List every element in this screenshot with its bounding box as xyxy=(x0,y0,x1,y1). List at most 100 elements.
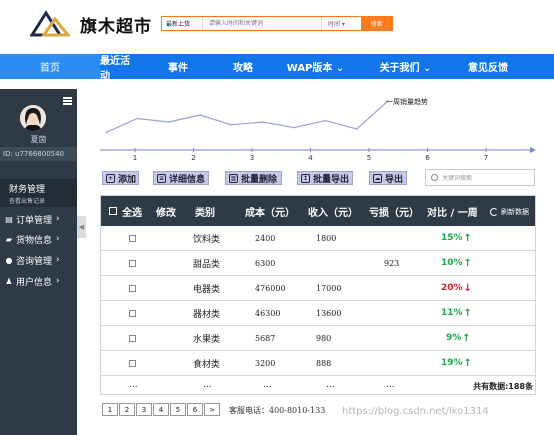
arrow-up-icon: ↑ xyxy=(462,332,471,344)
batch-export-button[interactable]: ↥ 批量导出 xyxy=(297,171,353,185)
nav-guides[interactable]: 攻略 xyxy=(218,54,268,79)
nav-events[interactable]: 事件 xyxy=(138,54,218,79)
page-6-button[interactable]: 6 xyxy=(187,403,203,416)
series-point xyxy=(293,126,295,129)
arrow-down-icon: ↓ xyxy=(463,282,472,294)
pagination: 1 2 3 4 5 6 > xyxy=(102,403,221,416)
data-table: 全选 修改 类别 成本（元） 收入（元） 亏损（元） 对比 / 一周 刷新数据 … xyxy=(100,195,536,395)
total-count: 共有数据:188条 xyxy=(473,382,533,391)
refresh-data-label: 刷新数据 xyxy=(501,208,529,216)
cell-weekly-compare: 9% ↑ xyxy=(446,326,471,350)
header: 旗木超市 最新上货 时间 ▾ 搜索 xyxy=(0,0,554,52)
cell-cost: 2400 xyxy=(255,233,276,243)
sidebar-section-subtitle[interactable]: 查看出售记录 xyxy=(9,196,45,205)
cell-loss: 923 xyxy=(384,258,400,268)
export-button[interactable]: ☁ 导出 xyxy=(369,171,407,185)
sidebar-item-orders[interactable]: ▤ 订单管理 › xyxy=(4,210,77,228)
cell-weekly-compare: 20% ↓ xyxy=(441,276,472,300)
menu-icon[interactable] xyxy=(63,97,72,105)
page-1-button[interactable]: 1 xyxy=(102,403,118,416)
cell-category: 电器类 xyxy=(193,284,221,295)
cell-category: 器材类 xyxy=(193,309,221,320)
pct-value: 11% xyxy=(441,308,463,318)
page-2-button[interactable]: 2 xyxy=(119,403,135,416)
col-cost: 成本（元） xyxy=(245,207,295,219)
series-point xyxy=(167,121,170,123)
refresh-icon xyxy=(490,208,498,216)
batch-delete-button-label: 批量删除 xyxy=(241,174,278,185)
sales-trend-chart: 1 2 3 4 5 6 7 一周销量趋势 xyxy=(100,97,536,162)
x-axis-arrow xyxy=(530,147,536,153)
chevron-right-icon: › xyxy=(56,214,60,224)
col-edit: 修改 xyxy=(156,207,176,219)
truck-icon: ▰ xyxy=(5,234,13,244)
sidebar-item-consult[interactable]: ● 咨询管理 › xyxy=(4,251,77,269)
pct-value: 20% xyxy=(441,283,463,293)
brand-name: 旗木超市 xyxy=(80,17,152,37)
x-tick-label: 2 xyxy=(191,154,195,162)
refresh-data-button[interactable]: 刷新数据 xyxy=(490,207,529,217)
search-bar: 最新上货 时间 ▾ 搜索 xyxy=(161,16,393,31)
batch-export-button-label: 批量导出 xyxy=(313,174,350,185)
search-input[interactable] xyxy=(203,17,321,30)
sidebar-item-label: 用户信息 xyxy=(16,277,53,288)
nav-about-us[interactable]: 关于我们 ⌄ xyxy=(363,54,448,79)
service-phone: 客服电话：400-8010-133 xyxy=(229,406,326,415)
sidebar-section-finance[interactable]: 财务管理 查看出售记录 xyxy=(0,179,77,207)
watermark: https://blog.csdn.net/lko1314 xyxy=(342,406,489,417)
page-4-button[interactable]: 4 xyxy=(153,403,169,416)
x-tick-label: 7 xyxy=(484,154,488,162)
page-3-button[interactable]: 3 xyxy=(136,403,152,416)
arrow-up-icon: ↑ xyxy=(463,307,472,319)
col-select-all[interactable]: 全选 xyxy=(122,196,142,226)
sidebar: 夏茵 ID: u7766800540 财务管理 查看出售记录 ▤ 订单管理 › … xyxy=(0,89,77,435)
cell-ellipsis: ... xyxy=(326,380,335,390)
next-page-button[interactable]: > xyxy=(204,403,220,416)
table-row: 食材类 3200 888 19% ↑ xyxy=(101,351,535,376)
cell-cost: 46300 xyxy=(255,308,281,318)
nav-feedback[interactable]: 意见反馈 xyxy=(448,54,528,79)
series-point xyxy=(136,117,139,120)
search-time-select[interactable]: 时间 ▾ xyxy=(321,17,361,30)
search-icon xyxy=(431,174,438,181)
cell-ellipsis: ... xyxy=(129,380,138,390)
cell-category: 水果类 xyxy=(193,334,221,345)
sidebar-item-goods[interactable]: ▰ 货物信息 › xyxy=(4,230,77,248)
add-button[interactable]: + 添加 xyxy=(102,171,139,185)
row-checkbox[interactable] xyxy=(129,260,136,267)
series-point xyxy=(261,121,264,123)
keyword-search-input[interactable]: 关键词搜索 xyxy=(425,169,535,186)
row-checkbox[interactable] xyxy=(129,360,136,367)
series-point xyxy=(230,124,233,126)
cell-income: 1800 xyxy=(316,233,337,243)
cell-category: 甜品类 xyxy=(193,259,221,270)
nav-wap-version[interactable]: WAP版本 ⌄ xyxy=(268,54,363,79)
cell-weekly-compare: 15% ↑ xyxy=(441,226,472,250)
nav-recent-activity[interactable]: 最近活动 xyxy=(100,54,138,82)
chart-title: 一周销量趋势 xyxy=(386,97,428,106)
plus-icon: + xyxy=(106,173,115,183)
sidebar-collapse-handle[interactable]: ◀ xyxy=(77,216,86,238)
search-button[interactable]: 搜索 xyxy=(361,17,392,30)
table-row: 饮料类 2400 1800 15% ↑ xyxy=(101,226,535,251)
page-5-button[interactable]: 5 xyxy=(170,403,186,416)
select-all-checkbox[interactable] xyxy=(109,207,117,215)
x-tick-label: 3 xyxy=(250,154,254,162)
chevron-right-icon: › xyxy=(56,234,60,244)
row-checkbox[interactable] xyxy=(129,310,136,317)
row-checkbox[interactable] xyxy=(129,285,136,292)
x-tick-label: 5 xyxy=(367,154,371,162)
search-category-select[interactable]: 最新上货 xyxy=(162,17,203,30)
export-icon: ↥ xyxy=(301,173,310,183)
row-checkbox[interactable] xyxy=(129,235,136,242)
cell-ellipsis: ... xyxy=(203,380,212,390)
list-icon: ≡ xyxy=(157,173,166,183)
batch-delete-button[interactable]: ▥ 批量删除 xyxy=(225,171,282,185)
cell-weekly-compare: 19% ↑ xyxy=(441,351,472,375)
sidebar-item-users[interactable]: ♟ 用户信息 › xyxy=(4,272,77,290)
nav-home[interactable]: 首页 xyxy=(0,54,100,79)
sidebar-item-label: 咨询管理 xyxy=(16,256,53,267)
row-checkbox[interactable] xyxy=(129,335,136,342)
details-button[interactable]: ≡ 详细信息 xyxy=(153,171,209,185)
add-button-label: 添加 xyxy=(118,174,137,185)
